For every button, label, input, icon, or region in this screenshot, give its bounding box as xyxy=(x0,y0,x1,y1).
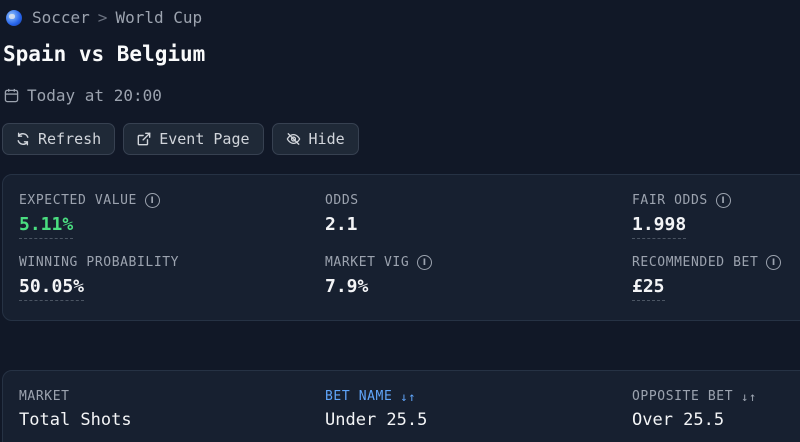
refresh-label: Refresh xyxy=(38,130,102,148)
opposite-bet-value: Over 25.5 xyxy=(632,410,725,430)
market-label: MARKET xyxy=(19,389,70,404)
bet-name-label: BET NAME xyxy=(325,389,393,404)
hide-label: Hide xyxy=(308,130,345,148)
recommended-bet-label-row: RECOMMENDED BET i xyxy=(632,255,782,270)
fair-odds-label-row: FAIR ODDS i xyxy=(632,193,731,208)
page-title: Spain vs Belgium xyxy=(3,42,206,66)
odds-label: ODDS xyxy=(325,193,359,208)
calendar-icon xyxy=(4,88,19,103)
info-icon[interactable]: i xyxy=(766,255,782,270)
opposite-bet-header[interactable]: OPPOSITE BET ↓↑ xyxy=(632,389,757,404)
event-page-label: Event Page xyxy=(159,130,250,148)
event-detail-page: Soccer > World Cup Spain vs Belgium Toda… xyxy=(0,0,800,442)
info-icon[interactable]: i xyxy=(417,255,433,270)
external-link-icon xyxy=(137,132,151,146)
opposite-bet-label: OPPOSITE BET xyxy=(632,389,734,404)
market-column: MARKET Total Shots xyxy=(19,389,132,433)
sort-icon[interactable]: ↓↑ xyxy=(400,390,416,404)
action-bar: Refresh Event Page Hide xyxy=(2,123,359,155)
recommended-bet-label: RECOMMENDED BET xyxy=(632,255,759,270)
market-vig-label-row: MARKET VIG i xyxy=(325,255,433,270)
refresh-icon xyxy=(17,132,29,146)
bet-name-value: Under 25.5 xyxy=(325,410,428,430)
stats-card: EXPECTED VALUE i 5.11% ODDS 2.1 FAIR ODD… xyxy=(2,174,800,321)
breadcrumb-separator: > xyxy=(97,8,108,27)
market-value: Total Shots xyxy=(19,410,132,430)
globe-icon xyxy=(6,9,22,26)
recommended-bet-value: £25 xyxy=(632,276,665,301)
sort-icon[interactable]: ↓↑ xyxy=(741,390,757,404)
winning-probability-stat: WINNING PROBABILITY 50.05% xyxy=(19,255,179,301)
eye-off-icon xyxy=(286,133,300,145)
winning-probability-value: 50.05% xyxy=(19,276,85,301)
opposite-bet-column: OPPOSITE BET ↓↑ Over 25.5 xyxy=(632,389,757,433)
bet-name-header[interactable]: BET NAME ↓↑ xyxy=(325,389,427,404)
market-vig-value: 7.9% xyxy=(325,276,369,297)
fair-odds-stat: FAIR ODDS i 1.998 xyxy=(632,193,731,239)
market-card: MARKET Total Shots BET NAME ↓↑ Under 25.… xyxy=(2,370,800,442)
expected-value-label: EXPECTED VALUE xyxy=(19,193,137,208)
event-page-button[interactable]: Event Page xyxy=(123,123,264,155)
recommended-bet-stat: RECOMMENDED BET i £25 xyxy=(632,255,782,301)
expected-value-label-row: EXPECTED VALUE i xyxy=(19,193,160,208)
odds-value: 2.1 xyxy=(325,214,358,235)
event-time-text: Today at 20:00 xyxy=(27,86,162,105)
info-icon[interactable]: i xyxy=(715,193,731,208)
hide-button[interactable]: Hide xyxy=(271,123,359,155)
expected-value-value: 5.11% xyxy=(19,214,74,239)
odds-stat: ODDS 2.1 xyxy=(325,193,359,238)
winning-probability-label: WINNING PROBABILITY xyxy=(19,255,180,270)
breadcrumb: Soccer > World Cup xyxy=(6,8,202,27)
fair-odds-value: 1.998 xyxy=(632,214,687,239)
market-vig-label: MARKET VIG xyxy=(325,255,410,270)
bet-name-column: BET NAME ↓↑ Under 25.5 xyxy=(325,389,427,433)
breadcrumb-league[interactable]: World Cup xyxy=(115,8,202,27)
refresh-button[interactable]: Refresh xyxy=(2,123,116,155)
event-time: Today at 20:00 xyxy=(4,86,162,105)
market-vig-stat: MARKET VIG i 7.9% xyxy=(325,255,433,300)
fair-odds-label: FAIR ODDS xyxy=(632,193,708,208)
expected-value-stat: EXPECTED VALUE i 5.11% xyxy=(19,193,160,239)
info-icon[interactable]: i xyxy=(144,193,160,208)
breadcrumb-sport[interactable]: Soccer xyxy=(32,8,90,27)
